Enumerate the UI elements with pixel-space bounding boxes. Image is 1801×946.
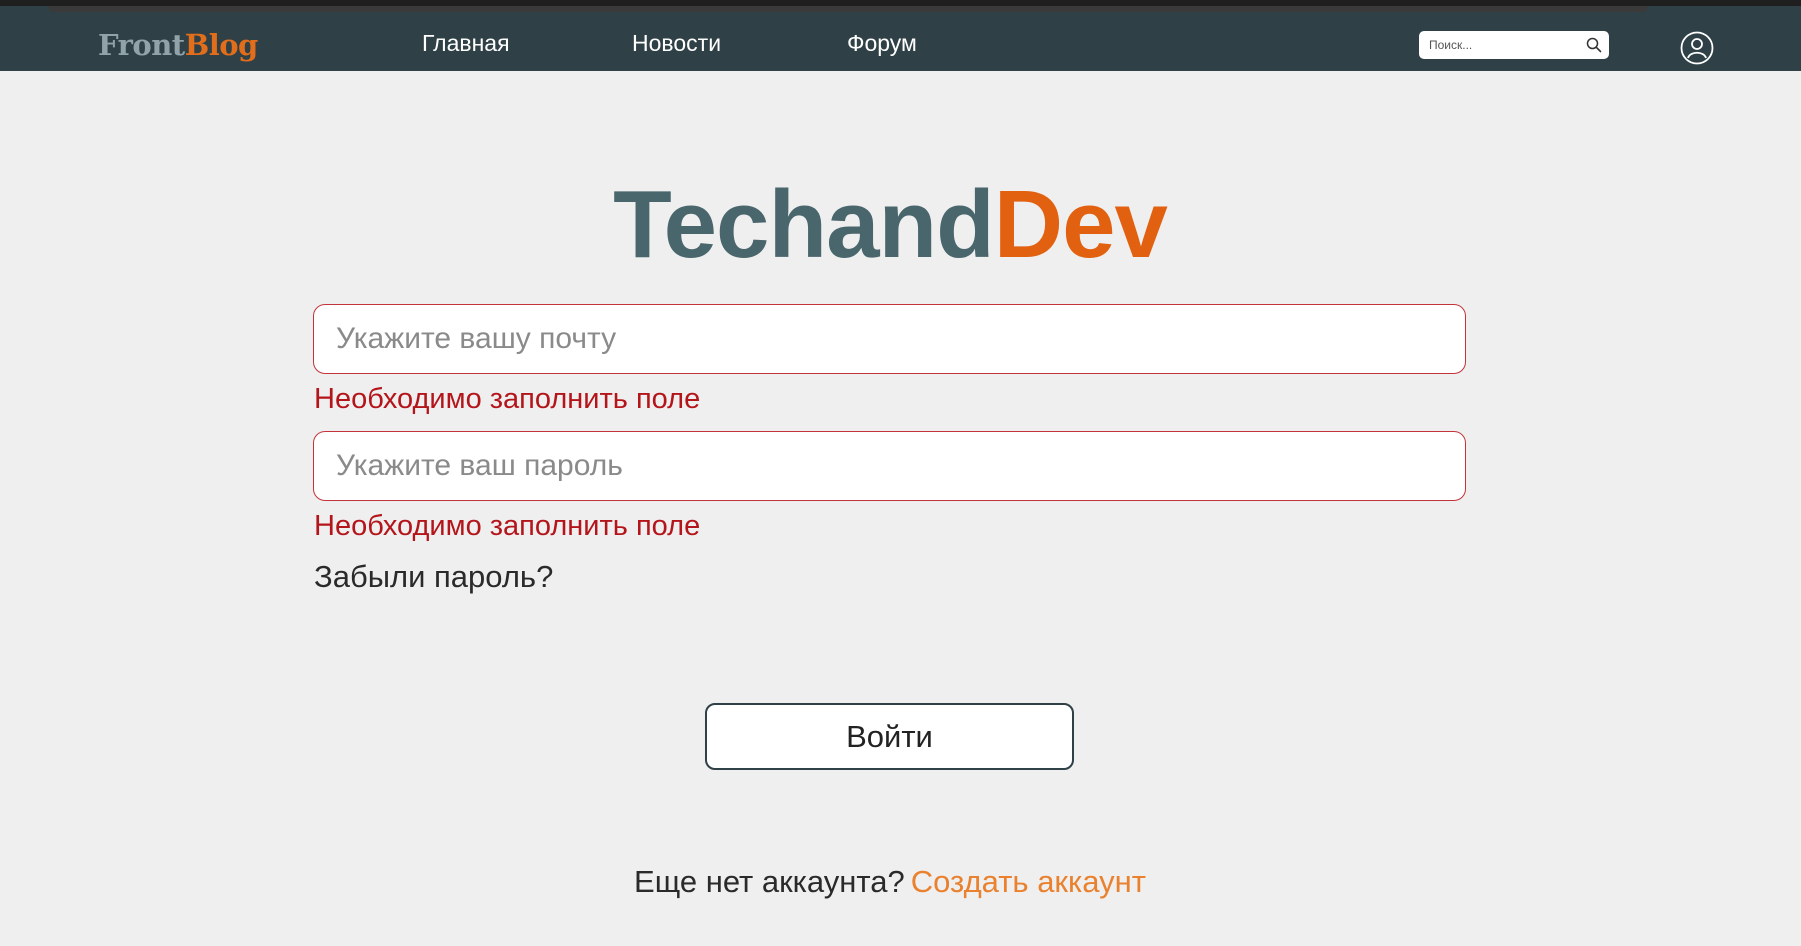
password-field (313, 431, 1466, 501)
nav-link-forum[interactable]: Форум (847, 30, 917, 57)
nav-link-home[interactable]: Главная (422, 30, 510, 57)
logo-part2: Dev (993, 171, 1168, 278)
top-navbar: FrontBlog Главная Новости Форум (0, 0, 1801, 71)
email-input[interactable] (314, 305, 1465, 373)
create-account-link[interactable]: Создать аккаунт (911, 864, 1146, 899)
browser-edge (48, 6, 1648, 12)
brand-logo[interactable]: FrontBlog (98, 28, 258, 62)
user-icon[interactable] (1680, 31, 1714, 65)
search-box (1419, 31, 1609, 59)
forgot-password-link[interactable]: Забыли пароль? (314, 559, 553, 595)
no-account-text: Еще нет аккаунта? (634, 864, 905, 899)
logo-part1: Techand (613, 171, 995, 278)
brand-logo-part2: Blog (184, 28, 259, 62)
brand-logo-part1: Front (98, 28, 185, 62)
password-input[interactable] (314, 432, 1465, 500)
search-icon[interactable] (1585, 36, 1603, 54)
email-error: Необходимо заполнить поле (314, 383, 701, 415)
email-field (313, 304, 1466, 374)
site-logo: TechandDev (0, 170, 1780, 280)
nav-link-news[interactable]: Новости (632, 30, 721, 57)
login-button[interactable]: Войти (705, 703, 1074, 770)
password-error: Необходимо заполнить поле (314, 510, 701, 542)
search-input[interactable] (1427, 31, 1581, 59)
signup-prompt: Еще нет аккаунта? Создать аккаунт (0, 864, 1780, 900)
